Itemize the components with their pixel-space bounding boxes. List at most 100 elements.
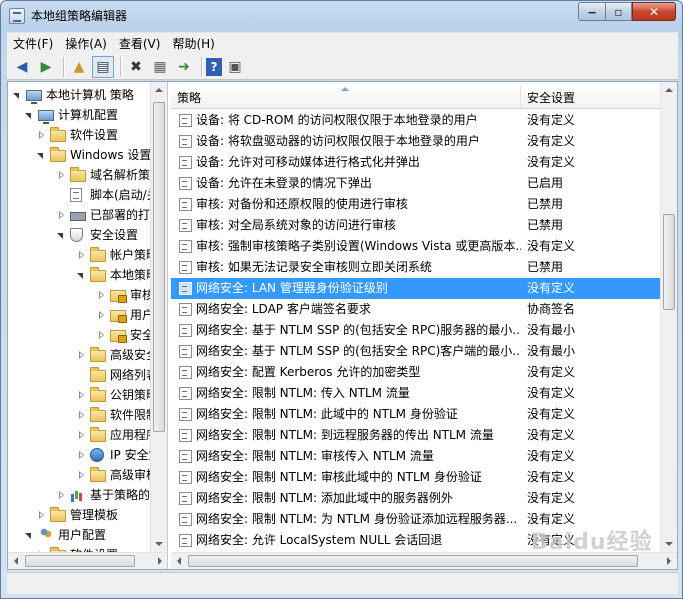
- sort-ascending-icon: [341, 87, 349, 91]
- expand-arrow-icon[interactable]: [76, 390, 86, 400]
- collapse-arrow-icon[interactable]: [36, 150, 46, 160]
- tree-item[interactable]: 本地计算机 策略: [12, 85, 134, 105]
- policy-row[interactable]: 审核: 强制审核策略子类别设置(Windows Vista 或更高版本... 没有…: [171, 236, 660, 257]
- list-hscroll-thumb[interactable]: [188, 555, 638, 567]
- title-bar[interactable]: 本地组策略编辑器 ‒ ▫ ✕: [1, 1, 682, 31]
- expand-arrow-icon[interactable]: [76, 410, 86, 420]
- tree-item[interactable]: Windows 设置: [36, 145, 151, 165]
- policy-row[interactable]: 设备: 将 CD-ROM 的访问权限仅限于本地登录的用户 没有定义: [171, 110, 660, 131]
- policy-row[interactable]: 设备: 将软盘驱动器的访问权限仅限于本地登录的用户 没有定义: [171, 131, 660, 152]
- expand-arrow-icon[interactable]: [76, 450, 86, 460]
- policy-row[interactable]: 网络安全: 限制 NTLM: 添加此域中的服务器例外 没有定义: [171, 488, 660, 509]
- menu-file[interactable]: 文件(F): [7, 33, 59, 55]
- policy-icon: [179, 324, 192, 337]
- policy-row[interactable]: 网络安全: LDAP 客户端签名要求 协商签名: [171, 299, 660, 320]
- scroll-down-icon[interactable]: [665, 542, 673, 546]
- properties-icon[interactable]: ▦: [149, 56, 171, 78]
- list-scroll-thumb[interactable]: [663, 214, 675, 310]
- forward-arrow-icon[interactable]: ▶: [35, 56, 57, 78]
- scroll-up-icon[interactable]: [155, 88, 163, 92]
- back-arrow-icon[interactable]: ◀: [11, 56, 33, 78]
- policy-row[interactable]: 网络安全: 限制 NTLM: 审核此域中的 NTLM 身份验证 没有定义: [171, 467, 660, 488]
- policy-row[interactable]: 网络安全: 限制 NTLM: 到远程服务器的传出 NTLM 流量 没有定义: [171, 425, 660, 446]
- users-icon: [38, 528, 54, 542]
- policy-row[interactable]: 网络安全: 限制 NTLM: 传入 NTLM 流量 没有定义: [171, 383, 660, 404]
- scroll-up-icon[interactable]: [665, 88, 673, 92]
- tree-item[interactable]: 帐户策略: [76, 245, 158, 265]
- tree-item[interactable]: 公钥策略: [76, 385, 158, 405]
- collapse-arrow-icon[interactable]: [56, 230, 66, 240]
- collapse-arrow-icon[interactable]: [76, 270, 86, 280]
- expand-arrow-icon[interactable]: [56, 170, 66, 180]
- policy-row[interactable]: 审核: 对备份和还原权限的使用进行审核 已禁用: [171, 194, 660, 215]
- tree-horizontal-scrollbar[interactable]: [8, 552, 167, 569]
- policy-setting: 没有定义: [527, 134, 576, 148]
- column-header-security-setting[interactable]: 安全设置: [521, 85, 660, 109]
- expand-arrow-icon[interactable]: [36, 130, 46, 140]
- list-vertical-scrollbar[interactable]: [660, 82, 677, 552]
- expand-arrow-icon[interactable]: [96, 330, 106, 340]
- menu-help[interactable]: 帮助(H): [166, 33, 220, 55]
- tree-item-label: 用户配置: [58, 528, 107, 542]
- column-header-policy[interactable]: 策略: [171, 85, 521, 109]
- expand-arrow-icon[interactable]: [76, 430, 86, 440]
- expand-arrow-icon[interactable]: [76, 250, 86, 260]
- expand-arrow-icon[interactable]: [76, 350, 86, 360]
- expand-arrow-icon[interactable]: [56, 490, 66, 500]
- policy-row[interactable]: 审核: 如果无法记录安全审核则立即关闭系统 已禁用: [171, 257, 660, 278]
- tree-item[interactable]: 管理模板: [36, 505, 118, 525]
- expand-arrow-icon[interactable]: [36, 510, 46, 520]
- collapse-arrow-icon[interactable]: [24, 530, 34, 540]
- minimize-button[interactable]: ‒: [578, 2, 605, 21]
- collapse-arrow-icon[interactable]: [12, 90, 22, 100]
- tree-hscroll-thumb[interactable]: [25, 555, 135, 567]
- policy-setting: 已禁用: [527, 197, 564, 211]
- policy-setting: 没有定义: [527, 113, 576, 127]
- policy-row[interactable]: 设备: 允许在未登录的情况下弹出 已启用: [171, 173, 660, 194]
- menu-view[interactable]: 查看(V): [113, 33, 167, 55]
- tree-item[interactable]: 域名解析策略: [56, 165, 162, 185]
- menu-action[interactable]: 操作(A): [59, 33, 113, 55]
- policy-name: 网络安全: 限制 NTLM: 传入 NTLM 流量: [196, 386, 410, 400]
- help-icon[interactable]: ?: [206, 57, 222, 76]
- expand-arrow-icon[interactable]: [96, 310, 106, 320]
- close-button[interactable]: ✕: [632, 2, 676, 21]
- policy-icon: [179, 471, 192, 484]
- collapse-arrow-icon[interactable]: [24, 110, 34, 120]
- show-tree-icon[interactable]: ▤: [92, 55, 114, 78]
- expand-arrow-icon[interactable]: [96, 290, 106, 300]
- show-description-icon[interactable]: ▣: [224, 56, 246, 78]
- tree-scroll-thumb[interactable]: [153, 102, 165, 432]
- tree-vertical-scrollbar[interactable]: [150, 82, 167, 552]
- policy-row[interactable]: 网络安全: 基于 NTLM SSP 的(包括安全 RPC)服务器的最小... 没有…: [171, 320, 660, 341]
- scroll-left-icon[interactable]: [14, 557, 18, 565]
- up-folder-icon[interactable]: ▲: [68, 56, 90, 78]
- policy-row[interactable]: 网络安全: 基于 NTLM SSP 的(包括安全 RPC)客户端的最小... 没有…: [171, 341, 660, 362]
- policy-row[interactable]: 审核: 对全局系统对象的访问进行审核 已禁用: [171, 215, 660, 236]
- delete-icon[interactable]: ✖: [125, 56, 147, 78]
- tree-item[interactable]: 计算机配置: [24, 105, 118, 125]
- expand-arrow-icon[interactable]: [76, 470, 86, 480]
- expand-arrow-icon[interactable]: [56, 210, 66, 220]
- folder-icon: [90, 247, 106, 262]
- policy-name: 网络安全: 限制 NTLM: 此域中的 NTLM 身份验证: [196, 407, 458, 421]
- maximize-button[interactable]: ▫: [605, 2, 632, 21]
- scroll-left-icon[interactable]: [177, 557, 181, 565]
- policy-row[interactable]: 网络安全: 限制 NTLM: 审核传入 NTLM 流量 没有定义: [171, 446, 660, 467]
- export-list-icon[interactable]: ➜: [173, 56, 195, 78]
- policy-row[interactable]: 网络安全: 配置 Kerberos 允许的加密类型 没有定义: [171, 362, 660, 383]
- tree-item[interactable]: 本地策略: [76, 265, 158, 285]
- shield-icon: [70, 228, 83, 242]
- scroll-right-icon[interactable]: [667, 557, 671, 565]
- policy-row[interactable]: 网络安全: 限制 NTLM: 此域中的 NTLM 身份验证 没有定义: [171, 404, 660, 425]
- policy-setting: 协商签名: [527, 302, 576, 316]
- policy-setting: 没有定义: [527, 407, 576, 421]
- tree-item[interactable]: 软件设置: [36, 125, 118, 145]
- tree-item[interactable]: 用户配置: [24, 525, 106, 545]
- policy-row[interactable]: 设备: 允许对可移动媒体进行格式化并弹出 没有定义: [171, 152, 660, 173]
- tree-item[interactable]: 安全设置: [56, 225, 138, 245]
- policy-row[interactable]: 网络安全: LAN 管理器身份验证级别 没有定义: [171, 278, 660, 299]
- window-controls: ‒ ▫ ✕: [578, 2, 676, 21]
- scroll-down-icon[interactable]: [155, 542, 163, 546]
- scroll-right-icon[interactable]: [158, 557, 162, 565]
